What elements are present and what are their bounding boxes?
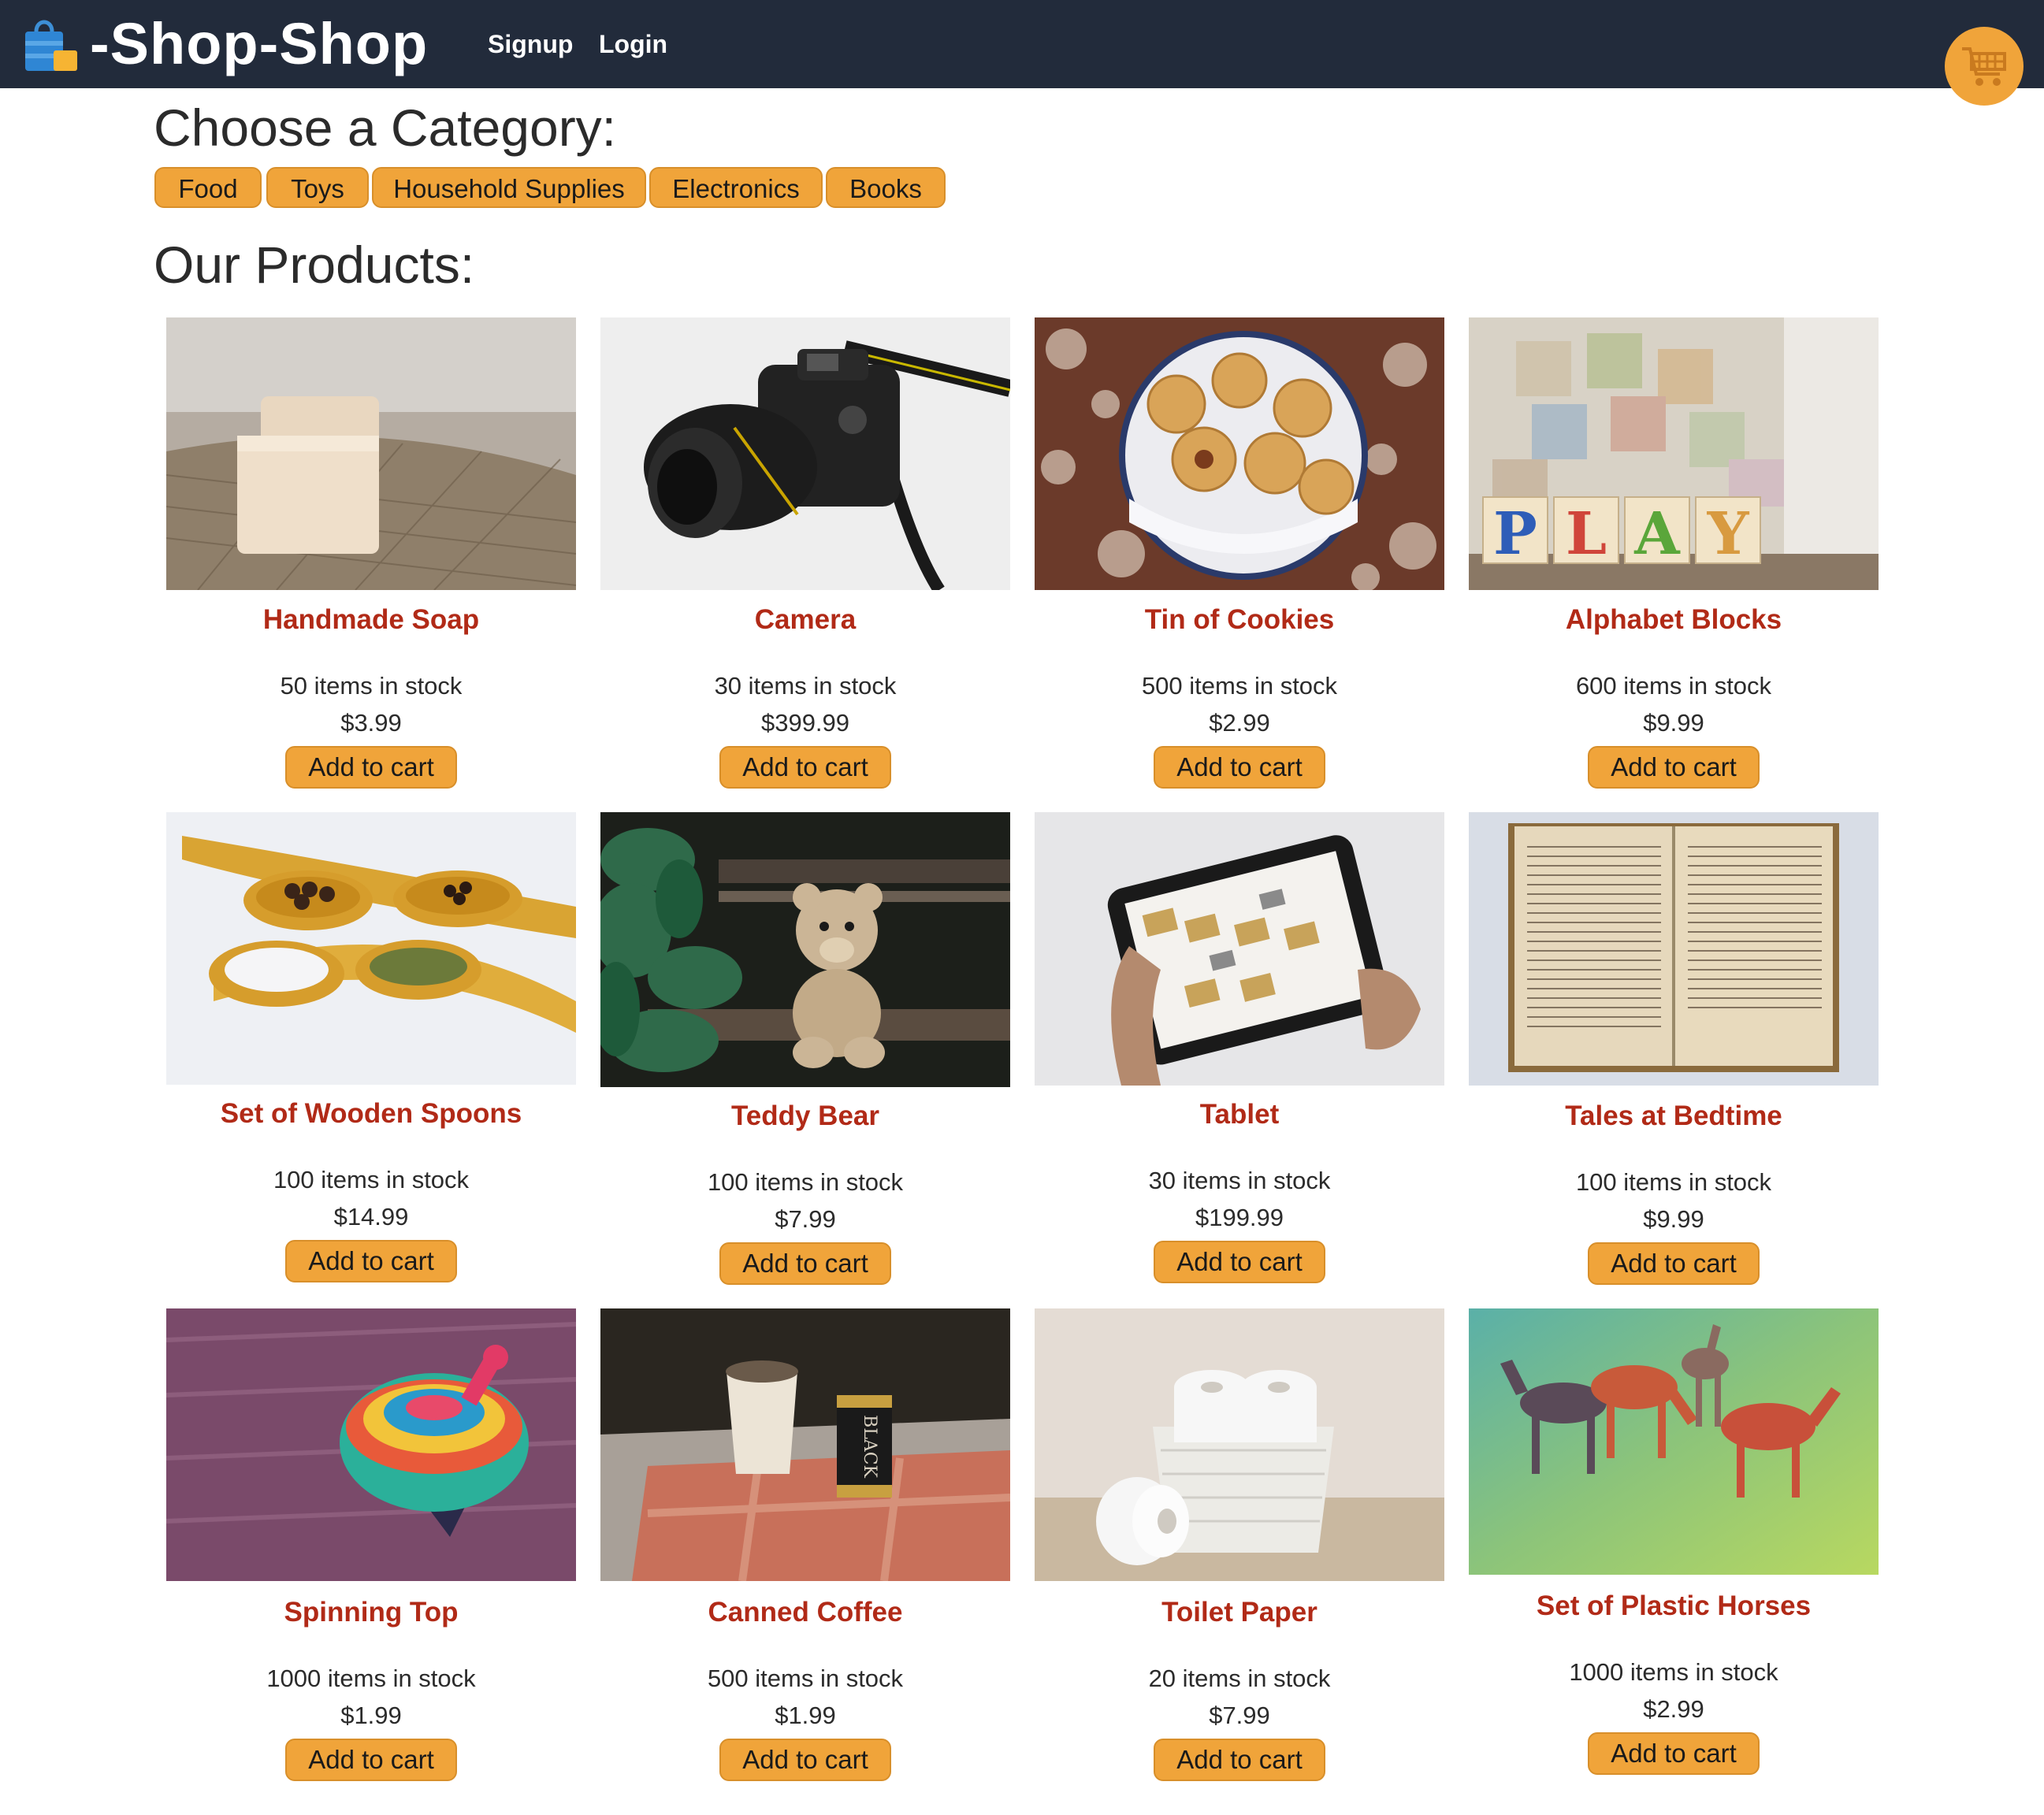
signup-link[interactable]: Signup — [488, 27, 573, 61]
product-stock: 500 items in stock — [1141, 672, 1338, 700]
product-price: $399.99 — [760, 709, 850, 737]
product-image[interactable] — [166, 317, 576, 590]
product-price: $3.99 — [340, 709, 402, 737]
shopping-cart-icon — [1962, 47, 2006, 86]
add-to-cart-button[interactable]: Add to cart — [719, 746, 891, 789]
product-stock: 500 items in stock — [707, 1665, 904, 1692]
product-image[interactable] — [1035, 1308, 1444, 1581]
product-stock: 50 items in stock — [280, 672, 463, 700]
product-image[interactable] — [1035, 317, 1444, 590]
product-price: $9.99 — [1643, 709, 1704, 737]
login-link[interactable]: Login — [599, 27, 667, 61]
product-price: $14.99 — [333, 1203, 409, 1230]
product-stock: 100 items in stock — [273, 1166, 470, 1193]
product-image[interactable] — [600, 812, 1010, 1087]
product-name[interactable]: Camera — [600, 603, 1010, 637]
add-to-cart-button[interactable]: Add to cart — [1588, 746, 1760, 789]
product-price: $2.99 — [1643, 1695, 1704, 1723]
product-stock: 1000 items in stock — [1569, 1658, 1778, 1686]
add-to-cart-button[interactable]: Add to cart — [285, 1240, 457, 1282]
product-image[interactable] — [166, 1308, 576, 1581]
product-stock: 100 items in stock — [1575, 1168, 1772, 1196]
product-name[interactable]: Alphabet Blocks — [1469, 603, 1879, 637]
svg-text:P: P — [1493, 500, 1537, 568]
product-price: $7.99 — [775, 1205, 836, 1233]
product-price: $9.99 — [1643, 1205, 1704, 1233]
svg-text:BLACK: BLACK — [860, 1415, 879, 1478]
product-stock: 30 items in stock — [1148, 1167, 1331, 1194]
product-stock: 100 items in stock — [707, 1168, 904, 1196]
product-image[interactable] — [600, 317, 1010, 590]
product-name[interactable]: Set of Plastic Horses — [1469, 1589, 1879, 1624]
product-name[interactable]: Spinning Top — [166, 1595, 576, 1630]
product-name[interactable]: Toilet Paper — [1035, 1595, 1444, 1630]
product-price: $1.99 — [340, 1702, 402, 1729]
category-household-supplies-button[interactable]: Household Supplies — [372, 167, 646, 208]
add-to-cart-button[interactable]: Add to cart — [1154, 1739, 1325, 1781]
add-to-cart-button[interactable]: Add to cart — [719, 1739, 891, 1781]
category-electronics-button[interactable]: Electronics — [649, 167, 823, 208]
shopping-bag-icon — [25, 20, 77, 71]
brand-title[interactable]: -Shop-Shop — [90, 9, 428, 79]
add-to-cart-button[interactable]: Add to cart — [285, 746, 457, 789]
add-to-cart-button[interactable]: Add to cart — [1154, 1241, 1325, 1283]
product-name[interactable]: Teddy Bear — [600, 1099, 1010, 1134]
product-price: $7.99 — [1209, 1702, 1270, 1729]
product-image[interactable] — [1469, 1308, 1879, 1575]
product-image[interactable] — [1035, 812, 1444, 1086]
product-name[interactable]: Set of Wooden Spoons — [166, 1097, 576, 1131]
top-navbar: -Shop-Shop Signup Login — [0, 0, 2044, 88]
product-price: $2.99 — [1209, 709, 1270, 737]
product-name[interactable]: Tales at Bedtime — [1469, 1099, 1879, 1134]
product-stock: 1000 items in stock — [266, 1665, 476, 1692]
product-name[interactable]: Handmade Soap — [166, 603, 576, 637]
add-to-cart-button[interactable]: Add to cart — [285, 1739, 457, 1781]
cart-button[interactable] — [1945, 27, 2024, 106]
product-name[interactable]: Tin of Cookies — [1035, 603, 1444, 637]
product-image[interactable]: P L A Y — [1469, 317, 1879, 590]
category-food-button[interactable]: Food — [154, 167, 262, 208]
svg-text:L: L — [1566, 500, 1607, 568]
product-image[interactable] — [166, 812, 576, 1085]
category-heading: Choose a Category: — [154, 98, 617, 157]
product-stock: 30 items in stock — [714, 672, 897, 700]
product-name[interactable]: Canned Coffee — [600, 1595, 1010, 1630]
category-toys-button[interactable]: Toys — [266, 167, 369, 208]
product-price: $1.99 — [775, 1702, 836, 1729]
product-stock: 20 items in stock — [1148, 1665, 1331, 1692]
product-image[interactable] — [1469, 812, 1879, 1086]
add-to-cart-button[interactable]: Add to cart — [1588, 1732, 1760, 1775]
add-to-cart-button[interactable]: Add to cart — [1588, 1242, 1760, 1285]
product-stock: 600 items in stock — [1575, 672, 1772, 700]
products-heading: Our Products: — [154, 236, 475, 294]
svg-text:A: A — [1633, 500, 1681, 568]
category-books-button[interactable]: Books — [826, 167, 946, 208]
product-name[interactable]: Tablet — [1035, 1097, 1444, 1132]
product-price: $199.99 — [1195, 1204, 1284, 1231]
product-image[interactable]: BLACK — [600, 1308, 1010, 1581]
add-to-cart-button[interactable]: Add to cart — [719, 1242, 891, 1285]
svg-text:Y: Y — [1707, 500, 1750, 568]
add-to-cart-button[interactable]: Add to cart — [1154, 746, 1325, 789]
